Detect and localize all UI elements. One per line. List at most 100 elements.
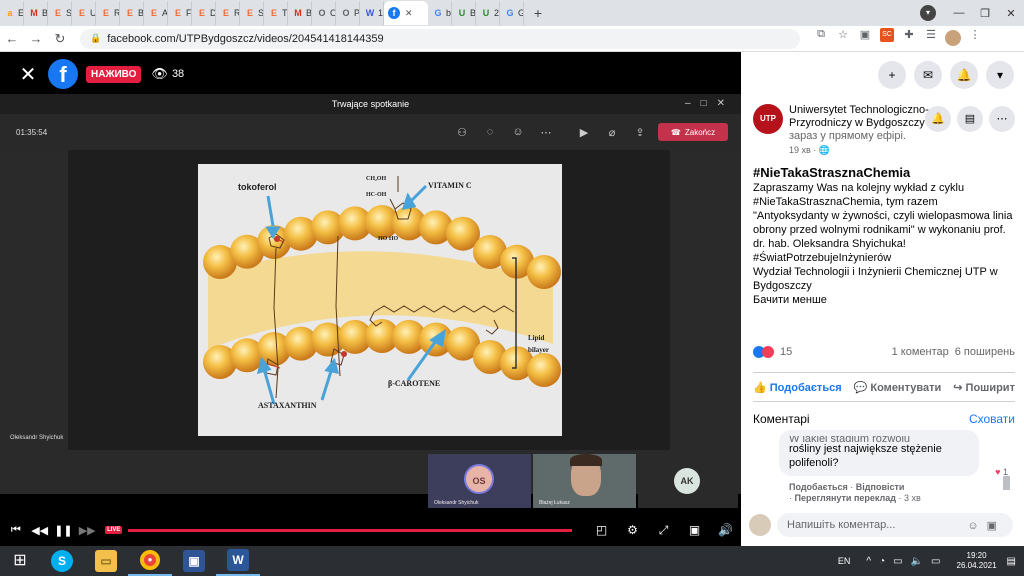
emoji-sticker-icons[interactable]: ☺▣	[967, 519, 1005, 532]
browser-tab[interactable]: EBi	[120, 1, 144, 25]
see-less-link[interactable]: Бачити менше	[753, 293, 1015, 307]
like-button[interactable]: 👍 Подобається	[753, 381, 842, 394]
browser-tab[interactable]: MBx	[288, 1, 312, 25]
messenger-icon[interactable]: ✉	[914, 61, 942, 89]
post-more-icon[interactable]: ⋯	[989, 106, 1015, 132]
extension-icon[interactable]: ▣	[854, 28, 876, 49]
speaker-icon[interactable]: 🔈	[911, 556, 923, 567]
video-player[interactable]: ✕ f НАЖИВО 👁 38 Trwające spotkanie –□✕ 0…	[0, 52, 741, 546]
share-screen-icon[interactable]: ⇪	[626, 126, 654, 139]
account-menu-icon[interactable]: ▾	[986, 61, 1014, 89]
skip-back-icon[interactable]: ⏮	[4, 524, 28, 537]
participant-tile[interactable]: Błażej Łukasz	[533, 454, 636, 508]
file-explorer-icon[interactable]: ▭	[84, 546, 128, 576]
browser-tab[interactable]: G Gc	[500, 1, 524, 25]
lock-icon[interactable]: 🔒	[90, 33, 101, 44]
close-tab-icon[interactable]: ✕	[405, 8, 413, 19]
tray-up-icon[interactable]: ^	[866, 556, 871, 567]
notifications-icon[interactable]: 🔔	[950, 61, 978, 89]
tab-search-icon[interactable]: ▾	[920, 5, 936, 21]
rewind-icon[interactable]: ◀◀	[28, 524, 52, 537]
participant-tile[interactable]: AK	[638, 454, 738, 508]
comment-like-link[interactable]: Подобається	[789, 482, 848, 492]
browser-tab[interactable]: EUl	[72, 1, 96, 25]
forward-icon[interactable]: →	[24, 31, 48, 46]
comment-button[interactable]: 💬 Коментувати	[854, 381, 942, 394]
pause-icon[interactable]: ❚❚	[52, 524, 76, 537]
settings-gear-icon[interactable]: ⚙	[617, 523, 648, 538]
subscribe-bell-icon[interactable]: 🔔	[925, 106, 951, 132]
browser-tab[interactable]: aEd	[0, 1, 24, 25]
hang-up-button[interactable]: ☎ Zakończ	[658, 123, 728, 141]
url-field[interactable]: 🔒 facebook.com/UTPBydgoszcz/videos/20454…	[80, 28, 800, 49]
user-avatar[interactable]	[749, 514, 771, 536]
mic-off-icon[interactable]: ⌀	[598, 126, 626, 139]
network-icon[interactable]: ▭	[893, 556, 902, 567]
progress-bar[interactable]	[128, 528, 572, 532]
language-indicator[interactable]: EN	[838, 556, 851, 566]
camera-off-icon[interactable]: ▶	[570, 126, 598, 139]
reactions-icon[interactable]: ☺	[504, 126, 532, 138]
post-tags[interactable]: #ŚwiatPotrzebujeInżynierów	[753, 251, 1015, 265]
browser-tab[interactable]: UBi	[452, 1, 476, 25]
profile-avatar[interactable]	[942, 28, 964, 49]
post-title[interactable]: #NieTakaStrasznaChemia	[753, 165, 1015, 181]
display-icon[interactable]: ▭	[931, 556, 940, 567]
puzzle-icon[interactable]: ✚	[898, 28, 920, 49]
browser-tab[interactable]: ESu	[48, 1, 72, 25]
captions-icon[interactable]: ◰	[586, 523, 617, 538]
browser-tab[interactable]: EA c	[144, 1, 168, 25]
back-icon[interactable]: ←	[0, 31, 24, 46]
comment-reply-link[interactable]: Відповісти	[856, 482, 905, 492]
translate-icon[interactable]: ⧉	[810, 28, 832, 49]
reading-list-icon[interactable]: ☰	[920, 28, 942, 49]
tray-app-icon[interactable]: ◔	[879, 556, 885, 567]
start-windows-icon[interactable]: ⊞	[0, 546, 40, 576]
save-icon[interactable]: ▤	[957, 106, 983, 132]
chrome-icon[interactable]: ●	[128, 546, 172, 576]
browser-tab[interactable]: ETr	[264, 1, 288, 25]
facebook-logo[interactable]: f	[48, 59, 78, 89]
maximize-button[interactable]: ❐	[972, 7, 998, 20]
active-browser-tab[interactable]: f ✕	[384, 1, 428, 25]
bookmark-star-icon[interactable]: ☆	[832, 28, 854, 49]
browser-tab[interactable]: OPC	[336, 1, 360, 25]
comment-count[interactable]: 1 коментар	[892, 346, 949, 358]
comment-translate-link[interactable]: Переглянути переклад	[795, 493, 896, 503]
page-avatar[interactable]: UTP	[753, 104, 783, 134]
reaction-count[interactable]: 15	[780, 346, 892, 358]
close-icon[interactable]: ✕	[18, 62, 38, 87]
reload-icon[interactable]: ↻	[48, 31, 72, 47]
live-indicator[interactable]: LIVE	[105, 526, 123, 534]
browser-tab[interactable]: W1	[360, 1, 384, 25]
browser-tab[interactable]: EFe	[168, 1, 192, 25]
scrollbar-thumb[interactable]	[1003, 476, 1010, 490]
skype-icon[interactable]: S	[40, 546, 84, 576]
create-icon[interactable]: +	[878, 61, 906, 89]
browser-tab[interactable]: ERe	[216, 1, 240, 25]
browser-tab[interactable]: Gbi	[428, 1, 452, 25]
participant-tile[interactable]: OS Oleksandr Shyichuk	[428, 454, 531, 508]
browser-tab[interactable]: U25	[476, 1, 500, 25]
browser-tab[interactable]: ES-	[240, 1, 264, 25]
forward-icon[interactable]: ▶▶	[75, 524, 99, 537]
share-button[interactable]: ↪ Поширити	[953, 381, 1015, 394]
page-name[interactable]: Uniwersytet Technologiczno-Przyrodniczy …	[789, 104, 929, 129]
browser-tab[interactable]: OO	[312, 1, 336, 25]
clock[interactable]: 19:20 26.04.2021	[957, 551, 997, 571]
fullscreen-icon[interactable]: ⤢	[648, 523, 679, 538]
comments-scrollbar[interactable]	[1003, 438, 1010, 492]
participants-icon[interactable]: ⚇	[448, 126, 476, 139]
notification-center-icon[interactable]: ▤	[1007, 556, 1016, 567]
browser-tab[interactable]: ERe	[96, 1, 120, 25]
picture-in-picture-icon[interactable]: ▣	[679, 523, 710, 538]
post-time-text[interactable]: 19 хв ·	[789, 145, 816, 155]
extension-sc-icon[interactable]: SC	[880, 28, 894, 42]
hide-comments-link[interactable]: Сховати	[969, 412, 1015, 426]
close-window-button[interactable]: ✕	[998, 7, 1024, 20]
comment-input[interactable]: Напишіть коментар... ☺▣	[777, 513, 1013, 537]
share-count[interactable]: 6 поширень	[955, 346, 1015, 358]
browser-tab[interactable]: MBx	[24, 1, 48, 25]
word-icon[interactable]: W	[216, 546, 260, 576]
more-menu-icon[interactable]: ⋮	[964, 28, 986, 49]
